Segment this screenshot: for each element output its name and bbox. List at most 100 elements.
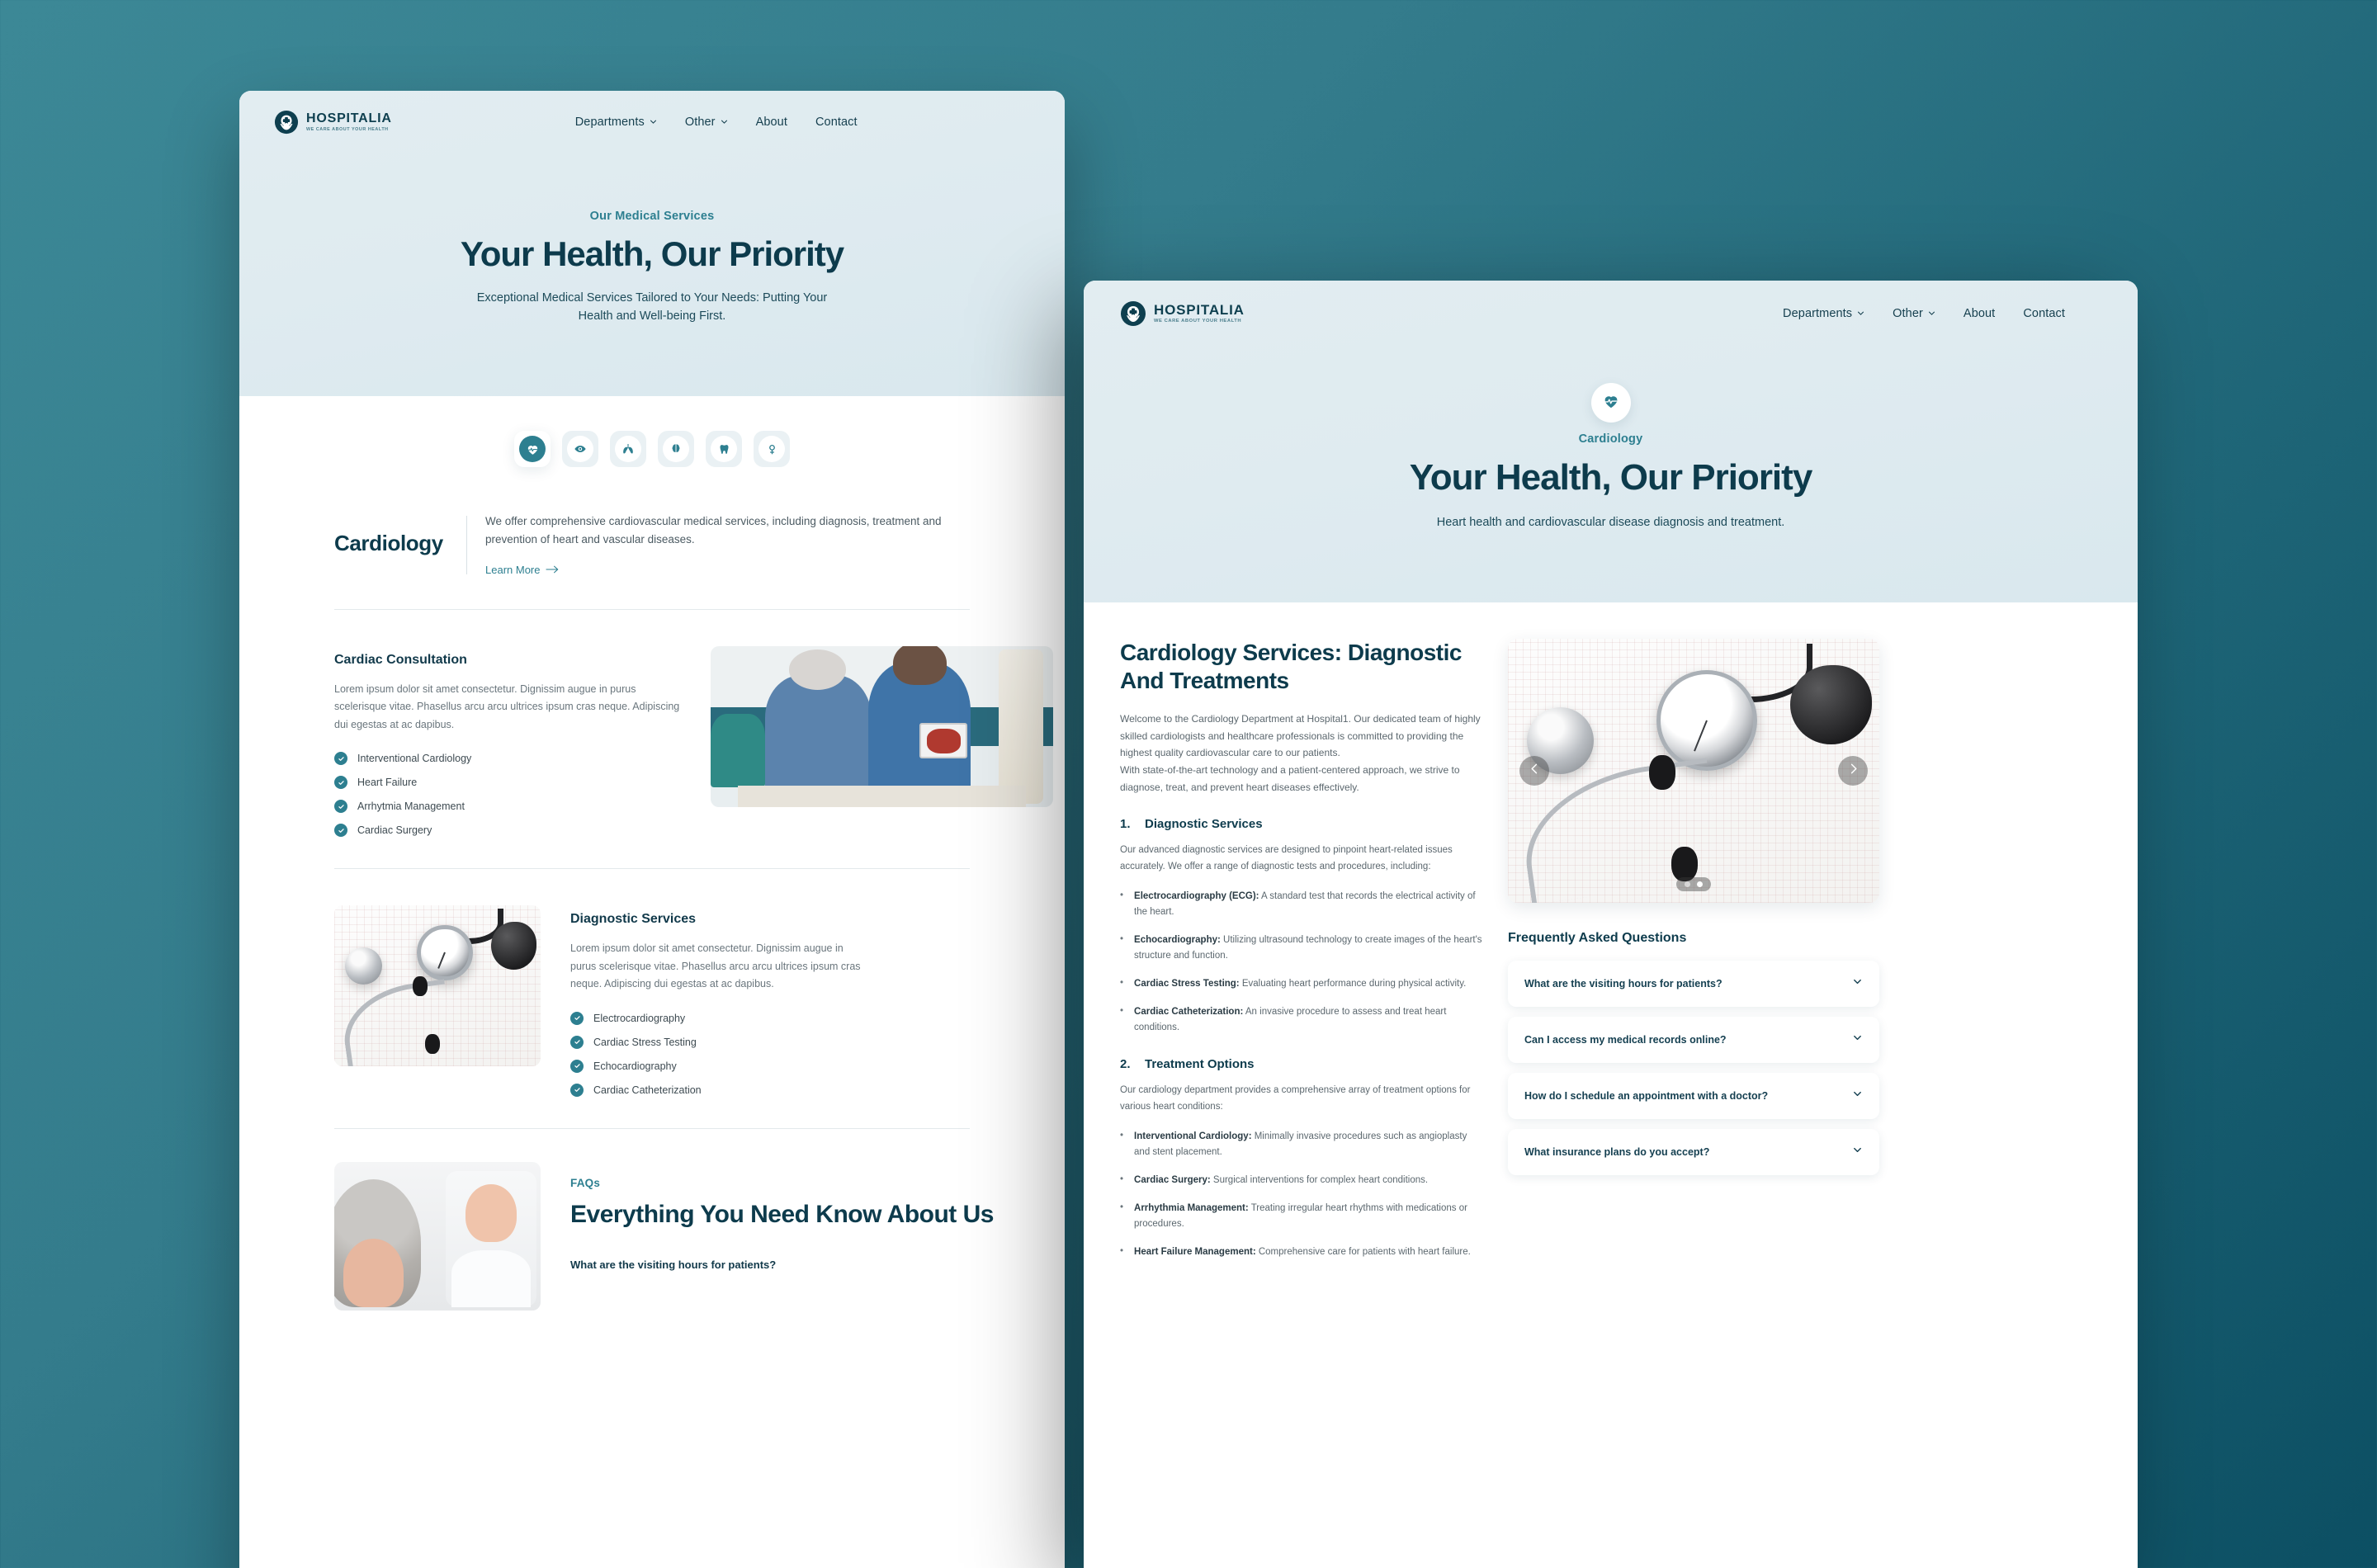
bullet-icon: • bbox=[1120, 978, 1124, 989]
list-item-label: Arrhytmia Management bbox=[357, 801, 465, 813]
hero-section-cardiology: HOSPITALIA WE CARE ABOUT YOUR HEALTH Dep… bbox=[1084, 281, 2138, 602]
chevron-down-icon[interactable] bbox=[1852, 1032, 1863, 1047]
nav-about[interactable]: About bbox=[1964, 307, 1995, 320]
browser-window-cardiology: HOSPITALIA WE CARE ABOUT YOUR HEALTH Dep… bbox=[1084, 281, 2138, 1568]
department-icon-row bbox=[239, 396, 1065, 467]
services-body: Cardiology We offer comprehensive cardio… bbox=[239, 396, 1065, 1311]
brand-tagline: WE CARE ABOUT YOUR HEALTH bbox=[1154, 319, 1242, 324]
list-item-term: Heart Failure Management: bbox=[1134, 1247, 1256, 1258]
nav-departments[interactable]: Departments bbox=[575, 116, 657, 129]
department-tile-neurology[interactable] bbox=[658, 431, 694, 467]
nav-other-label: Other bbox=[1893, 307, 1923, 320]
department-tile-dentistry[interactable] bbox=[706, 431, 742, 467]
faq-question: What are the visiting hours for patients… bbox=[1524, 978, 1722, 989]
faq-title: Frequently Asked Questions bbox=[1508, 931, 1687, 945]
list-item-term: Echocardiography: bbox=[1134, 935, 1221, 945]
chevron-left-icon bbox=[1529, 763, 1541, 779]
feature-title: Diagnostic Services bbox=[570, 912, 697, 927]
carousel-dot[interactable] bbox=[1685, 881, 1690, 887]
list-item: • Cardiac Catheterization: An invasive pr… bbox=[1120, 1004, 1483, 1036]
carousel-dots[interactable] bbox=[1676, 877, 1711, 891]
nav-contact[interactable]: Contact bbox=[2023, 307, 2065, 320]
navbar-services: HOSPITALIA WE CARE ABOUT YOUR HEALTH Dep… bbox=[239, 91, 1065, 153]
faq-question: How do I schedule an appointment with a … bbox=[1524, 1090, 1769, 1102]
bullet-icon: • bbox=[1120, 1130, 1124, 1141]
carousel-dot-active[interactable] bbox=[1697, 881, 1703, 887]
heartbeat-icon bbox=[1602, 392, 1620, 414]
list-item: Electrocardiography bbox=[570, 1011, 867, 1025]
chevron-down-icon bbox=[1857, 309, 1864, 317]
hero-title: Your Health, Our Priority bbox=[1409, 457, 1813, 498]
chevron-down-icon[interactable] bbox=[1852, 1089, 1863, 1103]
eye-icon bbox=[567, 436, 593, 462]
chevron-down-icon[interactable] bbox=[1852, 976, 1863, 991]
nav-links: Departments Other About Contact bbox=[575, 116, 858, 129]
hospitalia-logo-icon bbox=[1120, 300, 1146, 327]
article-intro-p2: With state-of-the-art technology and a p… bbox=[1120, 764, 1460, 793]
hero-title: Your Health, Our Priority bbox=[460, 234, 844, 273]
hero-eyebrow: Cardiology bbox=[1578, 432, 1643, 446]
nav-about[interactable]: About bbox=[756, 116, 787, 129]
chevron-down-icon[interactable] bbox=[1852, 1145, 1863, 1159]
brand-name: HOSPITALIA bbox=[306, 111, 392, 125]
hero-subtitle: Exceptional Medical Services Tailored to… bbox=[476, 291, 828, 324]
check-icon bbox=[334, 824, 347, 838]
nav-departments-label: Departments bbox=[574, 116, 645, 129]
nav-other[interactable]: Other bbox=[1893, 307, 1935, 320]
brand-logo[interactable]: HOSPITALIA WE CARE ABOUT YOUR HEALTH bbox=[274, 110, 392, 135]
carousel-next-button[interactable] bbox=[1838, 756, 1868, 786]
faq-item[interactable]: What are the visiting hours for patients… bbox=[1508, 961, 1879, 1007]
list-item-desc: Evaluating heart performance during phys… bbox=[1239, 979, 1467, 989]
feature-body: Lorem ipsum dolor sit amet consectetur. … bbox=[570, 942, 861, 990]
department-tile-ophthalmology[interactable] bbox=[562, 431, 598, 467]
nav-departments[interactable]: Departments bbox=[1783, 307, 1864, 320]
article-section-heading-2: 2. Treatment Options bbox=[1120, 1057, 1483, 1071]
list-item: Cardiac Surgery bbox=[334, 824, 681, 838]
list-item-label: Electrocardiography bbox=[593, 1012, 686, 1024]
department-tile-gynecology[interactable] bbox=[754, 431, 790, 467]
list-item: • Arrhythmia Management: Treating irregul… bbox=[1120, 1201, 1483, 1232]
chevron-down-icon bbox=[721, 118, 728, 125]
feature-image-ecg bbox=[334, 905, 541, 1067]
arrow-right-icon bbox=[546, 564, 560, 576]
faq-question[interactable]: What are the visiting hours for patients… bbox=[570, 1259, 994, 1271]
feature-check-list: Electrocardiography Cardiac Stress Testi… bbox=[570, 1011, 867, 1097]
hero-section-services: HOSPITALIA WE CARE ABOUT YOUR HEALTH Dep… bbox=[239, 91, 1065, 396]
section-number: 1. bbox=[1120, 817, 1131, 832]
faq-item[interactable]: Can I access my medical records online? bbox=[1508, 1017, 1879, 1063]
list-item-label: Cardiac Stress Testing bbox=[593, 1036, 697, 1048]
nav-other-label: Other bbox=[684, 116, 716, 129]
image-carousel[interactable] bbox=[1508, 639, 1879, 903]
list-item: Interventional Cardiology bbox=[334, 752, 681, 766]
learn-more-link[interactable]: Learn More bbox=[485, 564, 560, 576]
faq-item[interactable]: What insurance plans do you accept? bbox=[1508, 1129, 1879, 1175]
list-item: • Cardiac Stress Testing: Evaluating hear… bbox=[1120, 976, 1483, 992]
list-item-label: Interventional Cardiology bbox=[357, 753, 472, 765]
brand-logo[interactable]: HOSPITALIA WE CARE ABOUT YOUR HEALTH bbox=[1120, 300, 1245, 327]
gynecology-icon bbox=[758, 436, 785, 462]
bullet-icon: • bbox=[1120, 934, 1124, 944]
bullet-icon: • bbox=[1120, 1006, 1124, 1017]
check-icon bbox=[570, 1059, 584, 1073]
list-item: • Echocardiography: Utilizing ultrasound … bbox=[1120, 933, 1483, 964]
nav-other[interactable]: Other bbox=[685, 116, 728, 129]
list-item-term: Interventional Cardiology: bbox=[1134, 1131, 1252, 1141]
list-item: • Electrocardiography (ECG): A standard t… bbox=[1120, 889, 1483, 920]
check-icon bbox=[334, 800, 347, 814]
list-item-desc: Surgical interventions for complex heart… bbox=[1210, 1175, 1429, 1186]
hero-eyebrow: Our Medical Services bbox=[589, 210, 715, 223]
article-intro-p1: Welcome to the Cardiology Department at … bbox=[1120, 713, 1481, 759]
hero-content-cardiology: Cardiology Your Health, Our Priority Hea… bbox=[1084, 347, 2138, 531]
department-tile-pulmonology[interactable] bbox=[610, 431, 646, 467]
department-tile-cardiology[interactable] bbox=[514, 431, 551, 467]
faq-item[interactable]: How do I schedule an appointment with a … bbox=[1508, 1073, 1879, 1119]
section-lead-2: Our cardiology department provides a com… bbox=[1120, 1085, 1471, 1112]
brand-tagline: WE CARE ABOUT YOUR HEALTH bbox=[306, 126, 389, 132]
list-item-label: Heart Failure bbox=[357, 777, 418, 789]
feature-check-list: Interventional Cardiology Heart Failure … bbox=[334, 752, 681, 838]
carousel-prev-button[interactable] bbox=[1519, 756, 1549, 786]
feature-title: Cardiac Consultation bbox=[334, 652, 467, 667]
sidebar-column: Frequently Asked Questions What are the … bbox=[1508, 639, 1879, 1260]
list-item-term: Cardiac Catheterization: bbox=[1134, 1007, 1244, 1018]
nav-contact[interactable]: Contact bbox=[815, 116, 858, 129]
